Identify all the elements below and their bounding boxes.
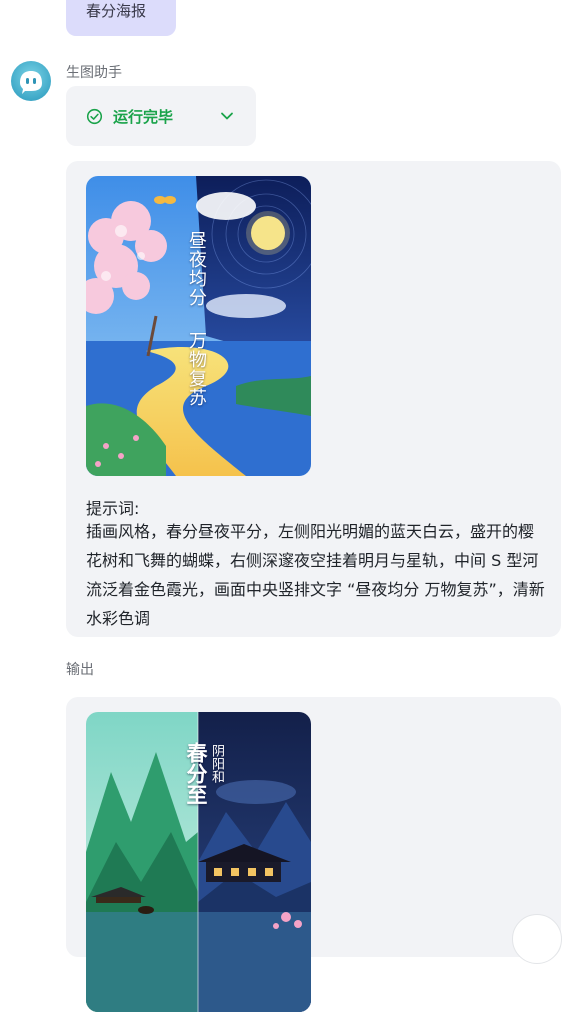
bot-avatar-icon: [20, 71, 42, 94]
poster-caption-line1: 昼夜均分: [186, 231, 207, 307]
poster-illustration: [86, 176, 311, 476]
output-poster-image[interactable]: 春分至 阴阳和: [86, 712, 311, 1012]
run-status-text: 运行完毕: [113, 107, 174, 126]
run-status-toggle[interactable]: 运行完毕: [66, 86, 256, 146]
scroll-to-bottom-button[interactable]: [512, 914, 562, 964]
generated-poster-image[interactable]: 昼夜均分 万物复苏: [86, 176, 311, 476]
user-message-text: 春分海报: [86, 2, 147, 20]
check-circle-icon: [86, 108, 103, 124]
user-message-bubble: 春分海报: [66, 0, 176, 36]
generation-card: 昼夜均分 万物复苏 提示词: 插画风格，春分昼夜平分，左侧阳光明媚的蓝天白云，盛…: [66, 161, 561, 637]
output-poster-subtitle: 阴阳和: [209, 744, 224, 783]
poster-caption-line2: 万物复苏: [186, 331, 207, 407]
output-label: 输出: [66, 662, 94, 678]
output-card: 春分至 阴阳和: [66, 697, 561, 1012]
prompt-text: 插画风格，春分昼夜平分，左侧阳光明媚的蓝天白云，盛开的樱花树和飞舞的蝴蝶，右侧深…: [86, 522, 545, 628]
chevron-down-icon[interactable]: [220, 109, 234, 123]
output-poster-title: 春分至: [184, 742, 209, 805]
bot-avatar: [11, 61, 51, 101]
prompt-label: 提示词:: [86, 499, 140, 518]
assistant-name: 生图助手: [66, 65, 122, 81]
